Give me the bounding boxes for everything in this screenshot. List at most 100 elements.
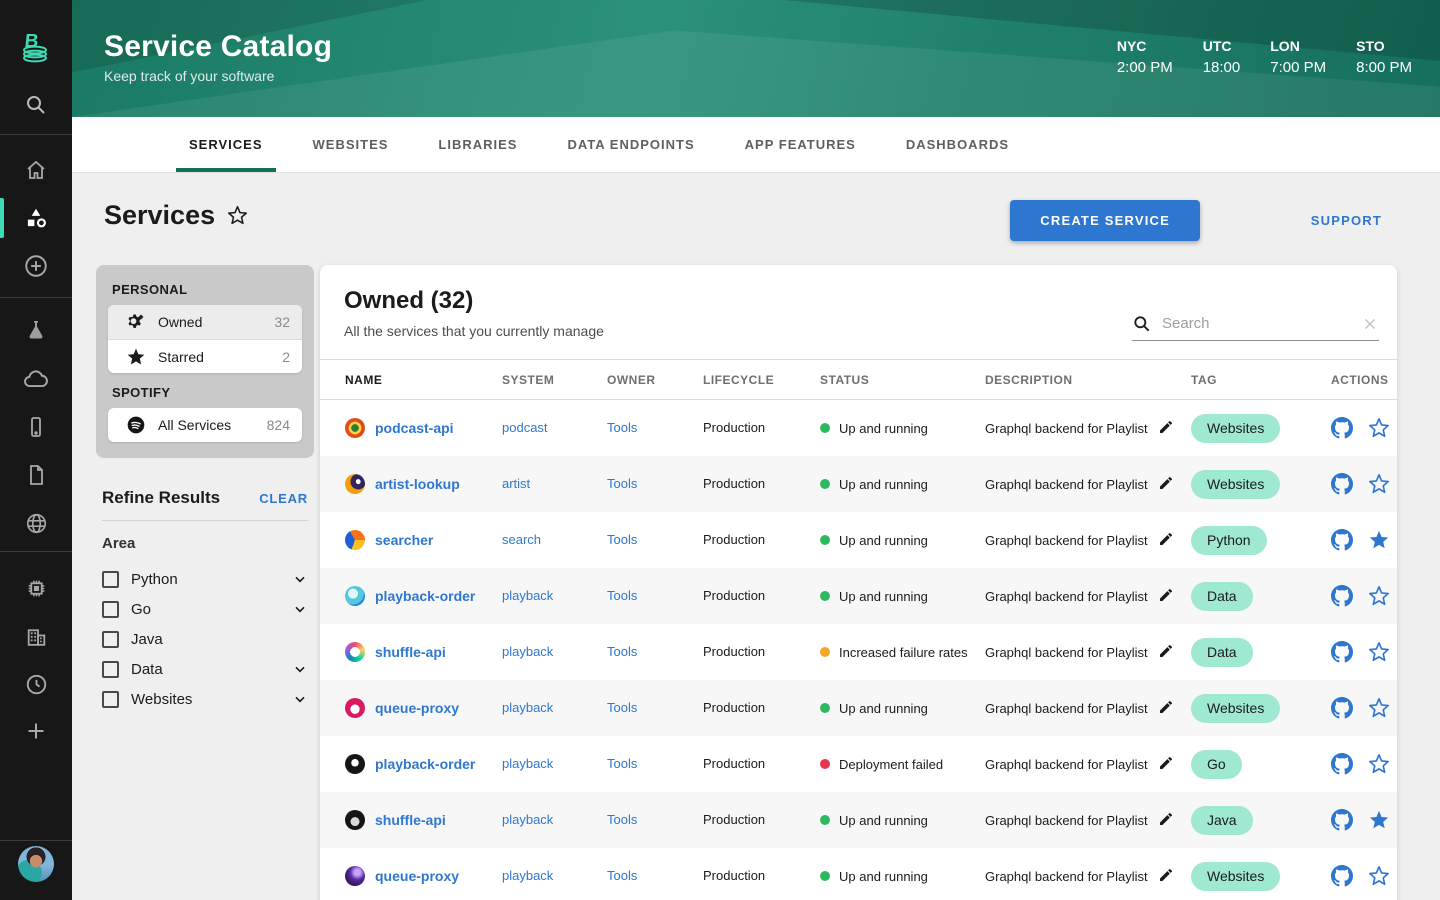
star-outline-icon[interactable] (1368, 417, 1390, 439)
edit-pencil-icon[interactable] (1158, 699, 1174, 718)
favorite-page-star-icon[interactable] (227, 205, 248, 226)
chevron-down-icon[interactable] (292, 691, 308, 707)
support-link[interactable]: SUPPORT (1311, 213, 1382, 228)
service-name-link[interactable]: queue-proxy (375, 868, 459, 884)
system-link[interactable]: search (502, 532, 541, 547)
edit-pencil-icon[interactable] (1158, 587, 1174, 606)
edit-pencil-icon[interactable] (1158, 643, 1174, 662)
cloud-icon[interactable] (0, 365, 72, 393)
chevron-down-icon[interactable] (292, 601, 308, 617)
owner-link[interactable]: Tools (607, 700, 637, 715)
tag-badge[interactable]: Java (1191, 805, 1253, 835)
star-outline-icon[interactable] (1368, 641, 1390, 663)
area-option-go[interactable]: Go (102, 594, 308, 624)
add-plus-icon[interactable] (0, 717, 72, 745)
github-icon[interactable] (1331, 697, 1353, 719)
tag-badge[interactable]: Websites (1191, 469, 1281, 499)
system-link[interactable]: playback (502, 644, 553, 659)
web-globe-icon[interactable] (0, 509, 72, 537)
star-outline-icon[interactable] (1368, 865, 1390, 887)
edit-pencil-icon[interactable] (1158, 755, 1174, 774)
github-icon[interactable] (1331, 809, 1353, 831)
docs-icon[interactable] (0, 461, 72, 489)
star-outline-icon[interactable] (1368, 473, 1390, 495)
filter-item-starred[interactable]: Starred 2 (108, 339, 302, 373)
org-building-icon[interactable] (0, 622, 72, 650)
owner-link[interactable]: Tools (607, 812, 637, 827)
github-icon[interactable] (1331, 641, 1353, 663)
catalog-icon[interactable] (0, 204, 72, 232)
tab-services[interactable]: SERVICES (164, 117, 288, 172)
star-outline-icon[interactable] (1368, 753, 1390, 775)
clear-filters-button[interactable]: CLEAR (259, 491, 308, 506)
github-icon[interactable] (1331, 753, 1353, 775)
tag-badge[interactable]: Go (1191, 749, 1242, 779)
owner-link[interactable]: Tools (607, 476, 637, 491)
system-link[interactable]: playback (502, 700, 553, 715)
edit-pencil-icon[interactable] (1158, 867, 1174, 886)
service-name-link[interactable]: podcast-api (375, 420, 454, 436)
tab-libraries[interactable]: LIBRARIES (413, 117, 542, 172)
create-service-button[interactable]: CREATE SERVICE (1010, 200, 1200, 241)
github-icon[interactable] (1331, 865, 1353, 887)
github-icon[interactable] (1331, 417, 1353, 439)
owner-link[interactable]: Tools (607, 644, 637, 659)
area-option-websites[interactable]: Websites (102, 684, 308, 714)
tag-badge[interactable]: Python (1191, 525, 1267, 555)
chevron-down-icon[interactable] (292, 571, 308, 587)
owner-link[interactable]: Tools (607, 420, 637, 435)
flask-icon[interactable] (0, 316, 72, 344)
chip-icon[interactable] (0, 574, 72, 602)
tag-badge[interactable]: Websites (1191, 861, 1281, 891)
checkbox[interactable] (102, 660, 119, 678)
edit-pencil-icon[interactable] (1158, 531, 1174, 550)
tab-app-features[interactable]: APP FEATURES (720, 117, 881, 172)
filter-item-owned[interactable]: Owned 32 (108, 305, 302, 339)
tab-websites[interactable]: WEBSITES (288, 117, 414, 172)
create-plus-circle-icon[interactable] (0, 252, 72, 280)
star-outline-icon[interactable] (1368, 697, 1390, 719)
user-avatar[interactable] (0, 846, 72, 882)
checkbox[interactable] (102, 690, 119, 708)
service-name-link[interactable]: playback-order (375, 756, 475, 772)
search-icon[interactable] (0, 90, 72, 120)
tab-data-endpoints[interactable]: DATA ENDPOINTS (542, 117, 719, 172)
owner-link[interactable]: Tools (607, 588, 637, 603)
service-name-link[interactable]: playback-order (375, 588, 475, 604)
owner-link[interactable]: Tools (607, 532, 637, 547)
owner-link[interactable]: Tools (607, 756, 637, 771)
system-link[interactable]: playback (502, 868, 553, 883)
edit-pencil-icon[interactable] (1158, 811, 1174, 830)
service-name-link[interactable]: searcher (375, 532, 433, 548)
star-filled-icon[interactable] (1368, 529, 1390, 551)
search-input[interactable] (1162, 315, 1361, 332)
edit-pencil-icon[interactable] (1158, 419, 1174, 438)
tab-dashboards[interactable]: DASHBOARDS (881, 117, 1034, 172)
github-icon[interactable] (1331, 585, 1353, 607)
tag-badge[interactable]: Websites (1191, 693, 1281, 723)
checkbox[interactable] (102, 570, 119, 588)
tag-badge[interactable]: Data (1191, 637, 1253, 667)
system-link[interactable]: playback (502, 588, 553, 603)
filter-item-all-services[interactable]: All Services 824 (108, 408, 302, 442)
star-filled-icon[interactable] (1368, 809, 1390, 831)
home-icon[interactable] (0, 156, 72, 184)
area-option-java[interactable]: Java (102, 624, 308, 654)
owner-link[interactable]: Tools (607, 868, 637, 883)
github-icon[interactable] (1331, 529, 1353, 551)
system-link[interactable]: playback (502, 756, 553, 771)
service-name-link[interactable]: queue-proxy (375, 700, 459, 716)
backstage-logo-icon[interactable]: B (0, 28, 72, 66)
tag-badge[interactable]: Websites (1191, 413, 1281, 443)
area-option-data[interactable]: Data (102, 654, 308, 684)
system-link[interactable]: podcast (502, 420, 548, 435)
clock-icon[interactable] (0, 670, 72, 698)
service-name-link[interactable]: artist-lookup (375, 476, 460, 492)
github-icon[interactable] (1331, 473, 1353, 495)
area-option-python[interactable]: Python (102, 564, 308, 594)
tag-badge[interactable]: Data (1191, 581, 1253, 611)
system-link[interactable]: playback (502, 812, 553, 827)
mobile-icon[interactable] (0, 413, 72, 441)
service-name-link[interactable]: shuffle-api (375, 812, 446, 828)
edit-pencil-icon[interactable] (1158, 475, 1174, 494)
